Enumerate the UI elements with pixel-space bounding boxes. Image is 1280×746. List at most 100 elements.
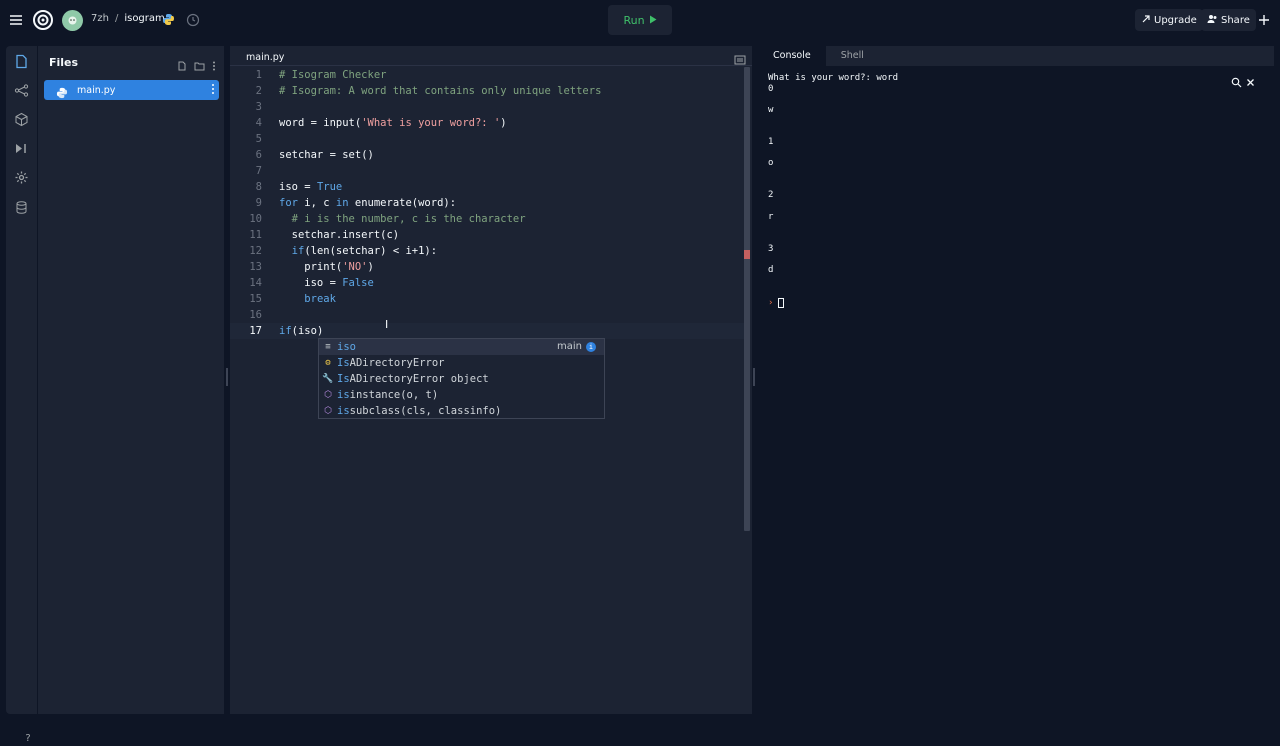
breadcrumb-user[interactable]: 7zh [91,13,109,24]
line-number: 17 [249,325,262,337]
play-icon [649,14,657,27]
replit-logo-icon[interactable] [32,9,54,31]
code-line[interactable]: 1 # Isogram Checker [230,67,744,83]
console-line: 0 [768,84,774,94]
line-number: 3 [255,101,262,113]
packages-icon[interactable] [14,112,29,127]
layout-toggle-icon[interactable] [734,51,746,65]
search-icon[interactable] [1231,73,1242,88]
code-token: print( [279,261,343,273]
share-button[interactable]: Share [1201,9,1256,31]
code-line[interactable]: 8 iso = True [230,179,744,195]
autocomplete-item[interactable]: ≡ iso main i [319,339,604,355]
editor-scrollbar[interactable] [744,67,750,531]
tab-console[interactable]: Console [758,46,826,66]
line-number: 4 [255,117,262,129]
code-text: setchar.insert(c) [279,227,399,243]
code-token: iso [279,181,298,193]
variable-icon: ≡ [325,342,331,352]
plus-icon[interactable] [1256,12,1272,28]
console-input-cursor[interactable] [778,298,784,308]
code-token: = [323,149,343,161]
more-options-icon[interactable] [212,56,216,75]
autocomplete-item[interactable]: 🔧 IsADirectoryError object [319,371,604,387]
file-options-icon[interactable] [211,83,215,98]
autocomplete-match: is [337,389,350,401]
code-token: # Isogram Checker [279,69,387,81]
run-button[interactable]: Run [608,5,672,35]
autocomplete-item[interactable]: ⬡ issubclass(cls, classinfo) [319,403,604,419]
console-line: d [768,265,774,275]
autocomplete-label: IsADirectoryError object [337,371,489,387]
code-line[interactable]: 12 if(len(setchar) < i+1): [230,243,744,259]
menu-icon[interactable] [8,12,24,28]
autocomplete-rest: subclass(cls, classinfo) [349,405,502,417]
code-token: # i is the number, c is the character [279,213,526,225]
console-prompt: › [768,298,774,308]
upgrade-button[interactable]: Upgrade [1135,9,1203,31]
autocomplete-match: iso [337,341,356,353]
code-token: # Isogram: A word that contains only uni… [279,85,602,97]
code-line[interactable]: 15 break [230,291,744,307]
debugger-icon[interactable] [14,141,29,156]
code-line[interactable]: 10 # i is the number, c is the character [230,211,744,227]
code-token: word [279,117,305,129]
autocomplete-popup: ≡ iso main i ⚙ IsADirectoryError 🔧 IsADirectory… [318,338,605,419]
version-control-icon[interactable] [14,83,29,98]
code-line[interactable]: 17 if(iso) [230,323,744,339]
autocomplete-item[interactable]: ⬡ isinstance(o, t) [319,387,604,403]
code-line[interactable]: 5 [230,131,744,147]
code-token: 'What is your word?: ' [361,117,501,129]
run-button-label: Run [623,13,645,27]
info-icon[interactable]: i [586,342,596,352]
code-line[interactable]: 16 [230,307,744,323]
code-line[interactable]: 11 setchar.insert(c) [230,227,744,243]
settings-gear-icon[interactable] [14,170,29,185]
code-token: in [335,197,349,209]
code-token: setchar.insert(c) [279,229,400,241]
code-line[interactable]: 7 [230,163,744,179]
pane-resize-handle-right[interactable] [753,368,755,386]
editor-panel: main.py 1 # Isogram Checker 2 # Isogram: A … [230,46,752,714]
code-line[interactable]: 2 # Isogram: A word that contains only un… [230,83,744,99]
pane-resize-handle-left[interactable] [226,368,228,386]
code-editor[interactable]: 1 # Isogram Checker 2 # Isogram: A word tha… [230,67,744,339]
autocomplete-match: is [337,405,350,417]
code-token: = [297,181,317,193]
line-number: 12 [249,245,262,257]
line-number: 7 [255,165,262,177]
database-icon[interactable] [14,200,29,215]
code-token: break [304,293,336,305]
autocomplete-item[interactable]: ⚙ IsADirectoryError [319,355,604,371]
editor-tab-main-py[interactable]: main.py [246,52,284,63]
code-line[interactable]: 13 print('NO') [230,259,744,275]
code-text: print('NO') [279,259,374,275]
code-line[interactable]: 4 word = input('What is your word?: ') [230,115,744,131]
files-icon[interactable] [14,54,29,69]
repl-name[interactable]: isogram [124,13,164,24]
code-text: word = input('What is your word?: ') [279,115,507,131]
avatar[interactable] [62,10,83,31]
line-number: 11 [249,229,262,241]
users-icon [1207,14,1218,27]
autocomplete-label: IsADirectoryError [337,355,444,371]
console-line: o [768,158,774,168]
console-line: w [768,105,774,115]
new-folder-icon[interactable] [194,56,205,75]
line-number: 16 [249,309,262,321]
clear-console-icon[interactable] [1245,73,1256,86]
code-line[interactable]: 9 for i, c in enumerate(word): [230,195,744,211]
code-line[interactable]: 6 setchar = set() [230,147,744,163]
code-token: (len(setchar) < i+1): [304,245,438,257]
tab-shell[interactable]: Shell [826,46,879,66]
code-line[interactable]: 3 [230,99,744,115]
history-icon[interactable] [186,13,200,27]
new-file-icon[interactable] [177,56,187,75]
files-title: Files [49,56,79,69]
file-item-main-py[interactable]: main.py [44,80,219,100]
help-icon[interactable]: ? [20,730,36,746]
python-file-icon [56,84,68,99]
autocomplete-label: issubclass(cls, classinfo) [337,403,501,419]
code-line[interactable]: 14 iso = False [230,275,744,291]
